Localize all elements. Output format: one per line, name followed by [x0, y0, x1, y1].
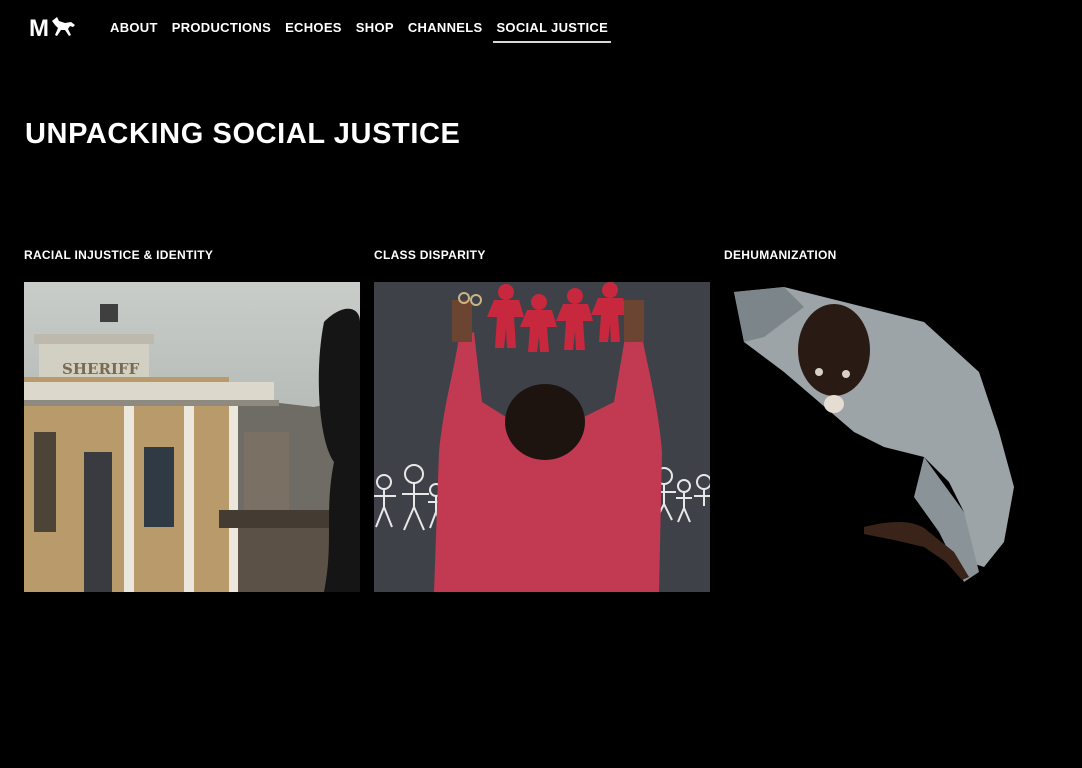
card-title: RACIAL INJUSTICE & IDENTITY	[24, 248, 214, 262]
nav-productions[interactable]: PRODUCTIONS	[169, 20, 274, 43]
nav-channels[interactable]: CHANNELS	[405, 20, 486, 43]
card-dehumanization[interactable]: DEHUMANIZATION	[724, 248, 1060, 592]
main-menu: ABOUT PRODUCTIONS ECHOES SHOP CHANNELS S…	[107, 20, 619, 43]
top-nav: M ABOUT PRODUCTIONS ECHOES SHOP CHANNELS…	[0, 0, 1082, 60]
card-image-falling-man[interactable]	[724, 282, 1060, 592]
nav-echoes[interactable]: ECHOES	[282, 20, 345, 43]
site-logo[interactable]: M	[29, 16, 87, 42]
logo-horse-icon	[49, 15, 77, 44]
card-image-western-town[interactable]: SHERIFF	[24, 282, 360, 592]
page-title: UNPACKING SOCIAL JUSTICE	[25, 118, 461, 150]
nav-shop[interactable]: SHOP	[353, 20, 397, 43]
sheriff-sign: SHERIFF	[62, 360, 140, 378]
logo-letter: M	[29, 15, 49, 42]
card-title: CLASS DISPARITY	[374, 248, 486, 262]
card-image-paper-chain[interactable]	[374, 282, 710, 592]
card-class-disparity[interactable]: CLASS DISPARITY	[374, 248, 710, 592]
nav-about[interactable]: ABOUT	[107, 20, 161, 43]
card-title: DEHUMANIZATION	[724, 248, 837, 262]
card-racial-injustice[interactable]: RACIAL INJUSTICE & IDENTITY SHERIFF	[24, 248, 360, 592]
nav-social-justice[interactable]: SOCIAL JUSTICE	[493, 20, 612, 43]
